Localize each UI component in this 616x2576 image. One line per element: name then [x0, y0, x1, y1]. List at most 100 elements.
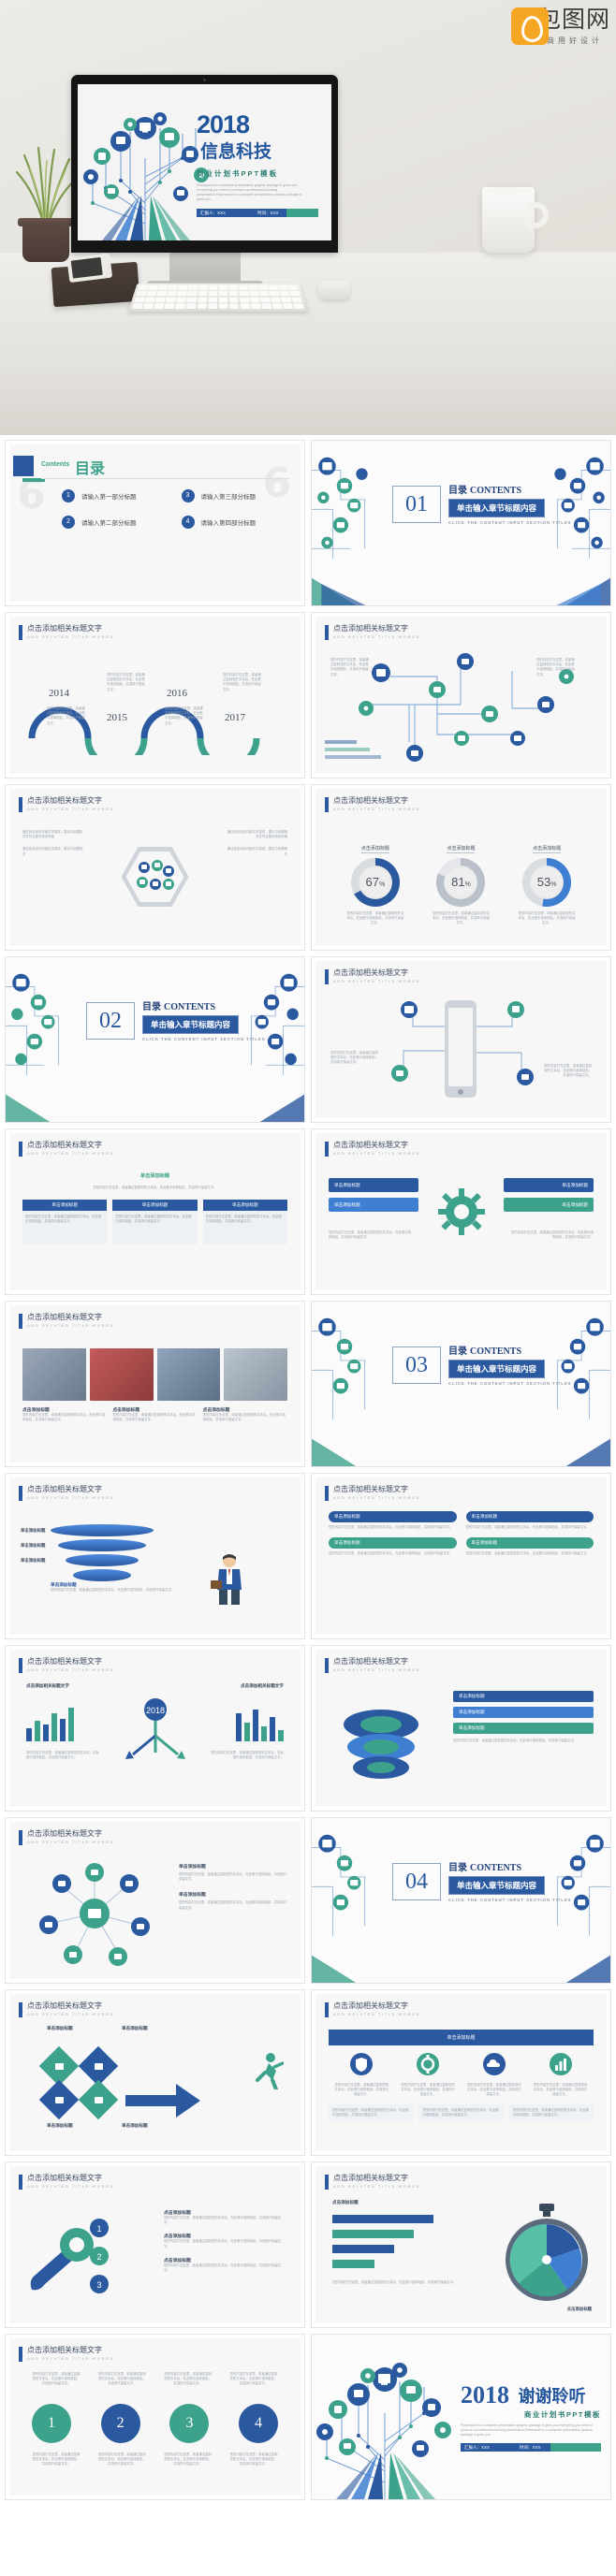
concentric-rings-graphic — [344, 1710, 418, 1779]
list-row[interactable]: 单击添加标题 您的内容打在这里，或者通过复制您的文本后，在此框中选择粘贴，并选择… — [465, 1511, 594, 1530]
slide-thumbnail[interactable]: 点击添加相关标题文字 ADD RELATED TITLE WORDS 单击添加标… — [6, 1129, 304, 1294]
list-item[interactable]: 4 请输入第四部分标题 — [181, 516, 290, 529]
list-item[interactable]: 2 请输入第二部分标题 — [62, 516, 170, 529]
caption-block: 点击添加标题 您的内容打在这里，或者通过复制您的文本后，在此框中选择粘贴，并选择… — [203, 1406, 287, 1422]
step-box[interactable]: 单击添加标题 — [453, 1691, 594, 1702]
slide-thumbnail[interactable]: 点击添加相关标题文字 ADD RELATED TITLE WORDS 点击添加标… — [6, 1302, 304, 1466]
slide-thumbnail[interactable]: 04 目录 CONTENTS 单击输入章节标题内容 CLICK THE CONTE… — [312, 1818, 610, 1983]
photo[interactable] — [224, 1348, 287, 1401]
circle-step[interactable]: 4 — [238, 2404, 278, 2443]
diamond-arrow-graphic — [38, 2045, 200, 2120]
site-logo[interactable]: 包图网 商用好设计 — [511, 4, 614, 54]
bar — [332, 2230, 414, 2238]
monitor: 2018 信息科技 商业计划书PPT模板 Powerpoint is a com… — [71, 75, 338, 253]
card[interactable]: 单击添加标题 您的内容打在这里，或者通过复制您的文本后，在此框中选择粘贴，并选择… — [22, 1200, 108, 1245]
donut-row: 点击添加标题 67% 您的内容打在这里，或者通过复制您的文本后，在此框中选择粘贴… — [332, 837, 590, 925]
contents-label-en: Contents — [41, 461, 70, 468]
thanks-english: Powerpoint is a complete presentation gr… — [461, 2423, 594, 2437]
section-number: 04 — [392, 1863, 441, 1900]
running-person-icon — [256, 2053, 284, 2089]
photo[interactable] — [22, 1348, 86, 1401]
slide-thumbnail[interactable]: 点击添加相关标题文字 ADD RELATED TITLE WORDS 点击添加相… — [6, 1646, 304, 1811]
icon-item[interactable]: 您的内容打在这里，或者通过复制您的文本后，在此框中选择粘贴，并选择只保留文字。 — [466, 2052, 522, 2098]
slide-thumbnail[interactable]: 01 目录 CONTENTS 单击输入章节标题内容 CLICK THE CONTE… — [312, 441, 610, 605]
circle-step[interactable]: 1 — [32, 2404, 71, 2443]
slide-header-cn: 点击添加相关标题文字 — [27, 624, 102, 633]
slide-thumbnail[interactable]: 点击添加相关标题文字 ADD RELATED TITLE WORDS 单击添加标… — [6, 1474, 304, 1638]
process-step[interactable]: 单击添加标题 — [504, 1198, 594, 1212]
svg-text:2018: 2018 — [145, 1706, 164, 1715]
left-title: 点击添加相关标题文字 — [26, 1683, 69, 1688]
slide-thumbnail[interactable]: 点击添加相关标题文字 ADD RELATED TITLE WORDS 1 2 3… — [6, 2162, 304, 2327]
item-number: 4 — [181, 516, 195, 529]
card[interactable]: 您的内容打在这里，或者通过复制您的文本后，在此框中选择粘贴，并选择只保留文字。 — [418, 2104, 504, 2122]
slide-thumbnail[interactable]: 点击添加相关标题文字 ADD RELATED TITLE WORDS 单击添加标… — [312, 1646, 610, 1811]
section-number: 03 — [392, 1346, 441, 1384]
list-row[interactable]: 单击添加标题 您的内容打在这里，或者通过复制您的文本后，在此框中选择粘贴，并选择… — [465, 1537, 594, 1556]
card[interactable]: 单击添加标题 您的内容打在这里，或者通过复制您的文本后，在此框中选择粘贴，并选择… — [112, 1200, 198, 1245]
slide-thumbnail[interactable]: 点击添加相关标题文字 ADD RELATED TITLE WORDS 您的内容打… — [312, 957, 610, 1122]
steps-text: 点击添加标题 您的内容打在这里，或者通过复制您的文本后，在此框中选择粘贴，并选择… — [164, 2209, 287, 2273]
section-title-en: CONTENTS — [470, 486, 522, 496]
slide-thumbnail[interactable]: 点击添加相关标题文字 ADD RELATED TITLE WORDS — [6, 1818, 304, 1983]
placeholder-text: 您的内容打在这里，或者通过复制您的文本后，在此框中选择粘贴，并选择只保留文字。 — [22, 1413, 106, 1422]
slide-thumbnail[interactable]: 点击添加相关标题文字 ADD RELATED TITLE WORDS 单击添加标… — [6, 1990, 304, 2155]
step-box[interactable]: 单击添加标题 — [453, 1707, 594, 1718]
photo[interactable] — [89, 1348, 154, 1401]
list-row[interactable]: 单击添加标题 您的内容打在这里，或者通过复制您的文本后，在此框中选择粘贴，并选择… — [329, 1537, 457, 1556]
step-box[interactable]: 单击添加标题 — [453, 1723, 594, 1734]
list-item[interactable]: 1 请输入第一部分标题 — [62, 489, 170, 502]
slide-thumbnail[interactable]: 点击添加相关标题文字 ADD RELATED TITLE WORDS 点击添加标… — [312, 2162, 610, 2327]
photo[interactable] — [156, 1348, 221, 1401]
thanks-text-block: 2018 谢谢聆听 商业计划书PPT模板 Powerpoint is a com… — [461, 2381, 601, 2452]
slide-thumbnail[interactable]: 点击添加相关标题文字 ADD RELATED TITLE WORDS 1 2 3… — [6, 2335, 304, 2499]
funnel-layer — [73, 1569, 131, 1581]
slide-thumbnail[interactable]: 点击添加相关标题文字 ADD RELATED TITLE WORDS 单击添加标… — [312, 1129, 610, 1294]
slide-thumbnail[interactable]: 点击添加相关标题文字 ADD RELATED TITLE WORDS 点击添加标… — [312, 785, 610, 950]
slide-thumbnail[interactable]: 6 6 Contents 目录 1 请输入第一部分标题 3 请输入第三部分标题 … — [6, 441, 304, 605]
list-row[interactable]: 单击添加标题 您的内容打在这里，或者通过复制您的文本后，在此框中选择粘贴，并选择… — [329, 1511, 457, 1530]
slide-thumbnail[interactable]: 点击添加相关标题文字 ADD RELATED TITLE WORDS 单击添加标… — [312, 1990, 610, 2155]
placeholder-text: 您的内容打在这里，或者通过复制您的文本后，在此框中选择粘贴，并选择只保留文字。 — [202, 1413, 286, 1422]
funnel-label: 单击添加标题 — [21, 1528, 46, 1533]
circle-step[interactable]: 2 — [100, 2404, 140, 2443]
icon-item[interactable]: 您的内容打在这里，或者通过复制您的文本后，在此框中选择粘贴，并选择只保留文字。 — [333, 2052, 389, 2098]
slide-header-cn: 点击添加相关标题文字 — [27, 796, 102, 805]
icon-item[interactable]: 您的内容打在这里，或者通过复制您的文本后，在此框中选择粘贴，并选择只保留文字。 — [533, 2052, 589, 2098]
slide-thumbnail[interactable]: 2018 谢谢聆听 商业计划书PPT模板 Powerpoint is a com… — [312, 2335, 610, 2499]
slide-thumbnail[interactable]: 点击添加相关标题文字 ADD RELATED TITLE WORDS — [312, 613, 610, 778]
slide-thumbnail[interactable]: 02 目录 CONTENTS 单击输入章节标题内容 CLICK THE CONTE… — [6, 957, 304, 1122]
step-boxes: 单击添加标题 单击添加标题 单击添加标题 您的内容打在这里，或者通过复制您的文本… — [453, 1691, 594, 1743]
slide-header-en: ADD RELATED TITLE WORDS — [27, 1323, 114, 1328]
accent-square — [13, 456, 34, 476]
process-step[interactable]: 单击添加标题 — [329, 1178, 418, 1192]
slide-thumbnail[interactable]: 点击添加相关标题文字 ADD RELATED TITLE WORDS 通过此处添… — [6, 785, 304, 950]
slide-thumbnail[interactable]: 03 目录 CONTENTS 单击输入章节标题内容 CLICK THE CONTE… — [312, 1302, 610, 1466]
slide-thumbnail[interactable]: 点击添加相关标题文字 ADD RELATED TITLE WORDS 单击添加标… — [312, 1474, 610, 1638]
caption-block: 点击添加标题 您的内容打在这里，或者通过复制您的文本后，在此框中选择粘贴，并选择… — [22, 1406, 107, 1422]
horizontal-bar-chart — [332, 2215, 473, 2268]
slide-header-cn: 点击添加相关标题文字 — [333, 1657, 408, 1666]
icon-row: 您的内容打在这里，或者通过复制您的文本后，在此框中选择粘贴，并选择只保留文字。 … — [329, 2052, 594, 2098]
item-label: 请输入第四部分标题 — [200, 520, 257, 527]
circle-step[interactable]: 3 — [169, 2404, 210, 2443]
card[interactable]: 您的内容打在这里，或者通过复制您的文本后，在此框中选择粘贴，并选择只保留文字。 — [329, 2104, 414, 2122]
slide-thumbnail[interactable]: 点击添加相关标题文字 ADD RELATED TITLE WORDS 2014 … — [6, 613, 304, 778]
process-step[interactable]: 单击添加标题 — [329, 1198, 418, 1212]
section-text: 目录 CONTENTS 单击输入章节标题内容 CLICK THE CONTENT … — [142, 998, 266, 1041]
icon-item[interactable]: 您的内容打在这里，或者通过复制您的文本后，在此框中选择粘贴，并选择只保留文字。 — [400, 2052, 456, 2098]
title-slide-preview: 2018 信息科技 商业计划书PPT模板 Powerpoint is a com… — [78, 84, 331, 240]
placeholder-text: 您的内容打在这里，或者通过复制您的文本后，在此框中选择粘贴，并选择只保留文字。 — [97, 2452, 146, 2467]
stopwatch-pie-icon — [506, 2204, 588, 2301]
title-slide-year: 2018 — [197, 110, 250, 138]
slide-header-cn: 点击添加相关标题文字 — [333, 1141, 408, 1149]
card[interactable]: 您的内容打在这里，或者通过复制您的文本后，在此框中选择粘贴，并选择只保留文字。 — [508, 2104, 594, 2122]
card[interactable]: 单击添加标题 您的内容打在这里，或者通过复制您的文本后，在此框中选择粘贴，并选择… — [202, 1200, 287, 1245]
list-item[interactable]: 3 请输入第三部分标题 — [181, 489, 290, 502]
placeholder-text: 您的内容打在这里，或者通过复制您的文本后，在此框中选择粘贴，并选择只保留文字。 — [164, 2216, 282, 2225]
item-number: 3 — [181, 489, 195, 502]
section-number: 01 — [392, 486, 441, 523]
slide-header-cn: 点击添加相关标题文字 — [333, 1485, 408, 1493]
process-step[interactable]: 单击添加标题 — [504, 1178, 594, 1192]
caption-block: 点击添加标题 您的内容打在这里，或者通过复制您的文本后，在此框中选择粘贴，并选择… — [112, 1406, 197, 1422]
